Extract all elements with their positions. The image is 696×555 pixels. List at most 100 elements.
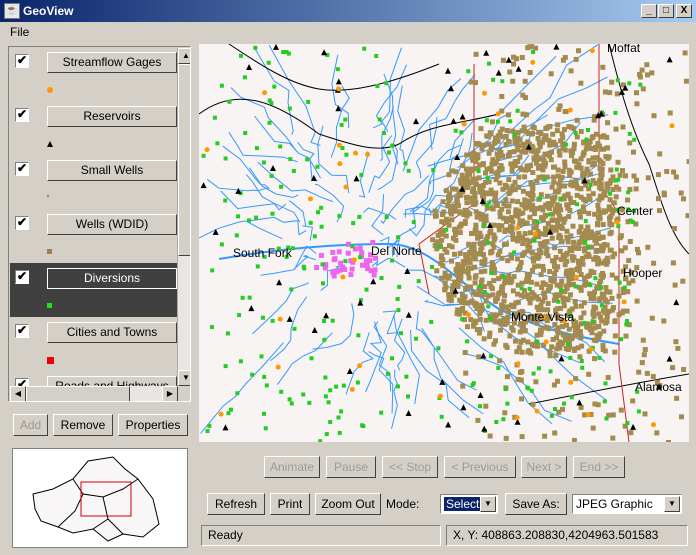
properties-button[interactable]: Properties	[118, 414, 188, 436]
scroll-left-arrow-icon[interactable]: ◀	[10, 386, 26, 401]
well-marker	[587, 171, 593, 177]
layer-reservoirs[interactable]: ✔ Reservoirs	[10, 101, 177, 155]
well-marker	[571, 437, 577, 442]
previous-button[interactable]: < Previous	[444, 456, 516, 478]
layer-button-small-wells[interactable]: Small Wells	[47, 160, 177, 181]
pause-button[interactable]: Pause	[326, 456, 376, 478]
layer-button-reservoirs[interactable]: Reservoirs	[47, 106, 177, 127]
well-marker	[592, 232, 598, 238]
print-button[interactable]: Print	[270, 493, 310, 515]
diversion-marker	[225, 331, 230, 336]
well-marker	[626, 258, 632, 263]
well-marker	[461, 175, 467, 181]
menu-file[interactable]: File	[10, 25, 29, 39]
layer-horizontal-scrollbar[interactable]: ◀ ▶	[10, 386, 178, 401]
gage-marker	[204, 147, 210, 153]
well-marker	[536, 140, 542, 145]
stop-button[interactable]: << Stop	[382, 456, 438, 478]
minimize-button[interactable]: _	[641, 4, 657, 18]
well-marker	[634, 298, 640, 304]
layer-small-wells[interactable]: ✔ Small Wells	[10, 155, 177, 209]
chevron-down-icon[interactable]: ▼	[664, 496, 680, 512]
diversion-marker	[264, 383, 269, 388]
scroll-right-arrow-icon[interactable]: ▶	[162, 386, 178, 401]
layer-button-diversions[interactable]: Diversions	[47, 268, 177, 289]
chevron-down-icon[interactable]: ▼	[480, 496, 496, 512]
map-canvas[interactable]: Moffat South Fork Del Norte Center Hoope…	[199, 44, 689, 442]
well-marker	[682, 50, 688, 56]
layer-button-cities-towns[interactable]: Cities and Towns	[47, 322, 177, 343]
well-marker	[591, 160, 597, 166]
scroll-down-arrow-icon[interactable]: ▼	[178, 370, 190, 386]
horizontal-scroll-thumb[interactable]	[26, 386, 130, 401]
diversion-marker	[337, 430, 342, 435]
well-marker	[530, 295, 536, 301]
diversion-marker	[219, 242, 224, 247]
overview-map[interactable]	[12, 448, 188, 548]
layer-button-streamflow-gages[interactable]: Streamflow Gages	[47, 52, 177, 73]
well-marker	[487, 334, 492, 339]
well-marker	[481, 252, 486, 258]
well-marker	[483, 317, 489, 323]
diversion-highlight	[349, 266, 355, 272]
diversion-marker	[535, 339, 540, 344]
well-marker	[625, 197, 630, 203]
well-marker	[440, 199, 446, 205]
scroll-thumb[interactable]	[178, 64, 190, 256]
well-marker	[562, 147, 568, 153]
diversion-marker	[436, 346, 441, 351]
diversion-marker	[254, 215, 259, 220]
well-marker	[524, 277, 530, 282]
well-marker	[517, 154, 523, 160]
diversion-marker	[604, 416, 609, 421]
well-marker	[549, 149, 554, 155]
well-marker	[503, 435, 509, 441]
layer-button-wells-wdid[interactable]: Wells (WDID)	[47, 214, 177, 235]
well-marker	[530, 145, 536, 151]
diversion-marker	[253, 45, 258, 50]
layer-checkbox[interactable]: ✔	[15, 162, 29, 176]
format-select[interactable]: JPEG Graphic ▼	[572, 494, 682, 514]
well-marker	[549, 235, 555, 241]
end-button[interactable]: End >>	[573, 456, 625, 478]
layer-wells-wdid[interactable]: ✔ Wells (WDID)	[10, 209, 177, 263]
layer-checkbox[interactable]: ✔	[15, 216, 29, 230]
layer-vertical-scrollbar[interactable]: ▲ ▼	[177, 48, 190, 386]
add-layer-button[interactable]: Add	[13, 414, 48, 436]
gage-marker	[669, 123, 675, 129]
layer-checkbox[interactable]: ✔	[15, 54, 29, 68]
close-button[interactable]: X	[676, 4, 692, 18]
layer-checkbox[interactable]: ✔	[15, 108, 29, 122]
next-button[interactable]: Next >	[521, 456, 567, 478]
well-marker	[497, 148, 503, 153]
save-as-button[interactable]: Save As:	[505, 493, 567, 515]
layer-checkbox[interactable]: ✔	[15, 324, 29, 338]
zoom-out-button[interactable]: Zoom Out	[315, 493, 381, 515]
well-marker	[605, 120, 611, 126]
diversion-marker	[209, 325, 214, 330]
maximize-button[interactable]: □	[658, 4, 674, 18]
well-marker	[600, 342, 606, 348]
layer-checkbox[interactable]: ✔	[15, 270, 29, 284]
layer-streamflow-gages[interactable]: ✔ Streamflow Gages	[10, 47, 177, 101]
remove-layer-button[interactable]: Remove	[53, 414, 113, 436]
well-marker	[442, 280, 448, 286]
mode-select[interactable]: Select ▼	[440, 494, 498, 514]
well-marker	[489, 161, 495, 167]
well-marker	[562, 159, 568, 165]
layer-cities-towns[interactable]: ✔ Cities and Towns	[10, 317, 177, 371]
well-marker	[604, 299, 610, 305]
well-marker	[595, 261, 601, 267]
diversion-marker	[597, 355, 602, 360]
diversion-marker	[269, 101, 274, 105]
layer-diversions[interactable]: ✔ Diversions	[10, 263, 177, 317]
refresh-button[interactable]: Refresh	[207, 493, 265, 515]
diversion-marker	[460, 317, 465, 322]
well-marker	[627, 239, 633, 244]
gage-marker	[351, 257, 357, 263]
scroll-up-arrow-icon[interactable]: ▲	[178, 48, 190, 64]
map-label-south-fork: South Fork	[233, 246, 292, 260]
diversion-marker	[411, 220, 416, 225]
well-marker	[490, 292, 496, 298]
animate-button[interactable]: Animate	[264, 456, 320, 478]
